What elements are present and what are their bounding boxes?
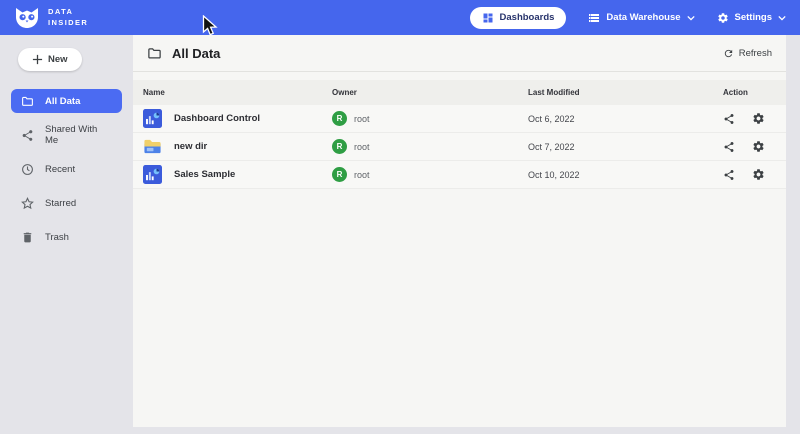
table-row[interactable]: Dashboard Control R root Oct 6, 2022 xyxy=(133,105,786,133)
page-title: All Data xyxy=(172,46,220,61)
new-button-label: New xyxy=(48,54,68,65)
share-icon xyxy=(723,113,735,125)
sidebar-menu: All Data Shared With Me Recent xyxy=(0,85,133,253)
owner-name: root xyxy=(354,142,370,152)
share-icon xyxy=(21,129,34,142)
owner-name: root xyxy=(354,170,370,180)
gear-icon xyxy=(752,168,765,181)
dashboard-icon xyxy=(482,12,494,24)
file-name: new dir xyxy=(174,141,207,152)
sidebar-item-all-data[interactable]: All Data xyxy=(11,89,122,113)
chevron-down-icon xyxy=(778,14,786,22)
sidebar-item-shared-with-me[interactable]: Shared With Me xyxy=(11,123,122,147)
dashboard-file-icon xyxy=(143,165,162,184)
folder-file-icon xyxy=(143,137,162,156)
share-button[interactable] xyxy=(723,141,735,153)
top-nav-links: Dashboards Data Warehouse Settings xyxy=(470,7,786,29)
sidebar-item-label: Trash xyxy=(45,232,69,243)
brand-logo: DATA INSIDER xyxy=(14,7,88,29)
share-icon xyxy=(723,141,735,153)
sidebar-item-label: All Data xyxy=(45,96,80,107)
plus-icon xyxy=(32,54,43,65)
sidebar-item-label: Recent xyxy=(45,164,75,175)
table-header: Name Owner Last Modified Action xyxy=(133,80,786,105)
last-modified-date: Oct 10, 2022 xyxy=(528,170,723,180)
brand-name: DATA INSIDER xyxy=(48,7,88,27)
gear-icon xyxy=(717,12,729,24)
file-name: Dashboard Control xyxy=(174,113,260,124)
app-window: DATA INSIDER Dashboards Data Warehouse xyxy=(0,0,800,434)
refresh-button[interactable]: Refresh xyxy=(723,48,772,59)
table-row[interactable]: new dir R root Oct 7, 2022 xyxy=(133,133,786,161)
sidebar: New All Data Shared With Me xyxy=(0,35,133,434)
clock-icon xyxy=(21,163,34,176)
refresh-icon xyxy=(723,48,734,59)
page-header: All Data Refresh xyxy=(133,35,786,72)
content-panel: All Data Refresh Name Owner Last Modifie… xyxy=(133,35,786,427)
refresh-label: Refresh xyxy=(739,48,772,59)
dashboard-file-icon xyxy=(143,109,162,128)
settings-menu[interactable]: Settings xyxy=(717,12,786,24)
column-header-name: Name xyxy=(143,88,332,97)
column-header-action: Action xyxy=(723,88,786,97)
last-modified-date: Oct 7, 2022 xyxy=(528,142,723,152)
column-header-last-modified: Last Modified xyxy=(528,88,723,97)
chevron-down-icon xyxy=(687,14,695,22)
dashboards-button[interactable]: Dashboards xyxy=(470,7,567,29)
settings-label: Settings xyxy=(735,12,772,23)
file-name: Sales Sample xyxy=(174,169,235,180)
database-icon xyxy=(588,12,600,24)
row-settings-button[interactable] xyxy=(752,140,765,153)
owner-avatar: R xyxy=(332,167,347,182)
sidebar-item-recent[interactable]: Recent xyxy=(11,157,122,181)
sidebar-item-trash[interactable]: Trash xyxy=(11,225,122,249)
new-button[interactable]: New xyxy=(18,48,82,71)
share-icon xyxy=(723,169,735,181)
gear-icon xyxy=(752,112,765,125)
dashboards-label: Dashboards xyxy=(500,12,555,23)
column-header-owner: Owner xyxy=(332,88,528,97)
folder-icon xyxy=(21,95,34,108)
folder-icon xyxy=(147,46,162,61)
last-modified-date: Oct 6, 2022 xyxy=(528,114,723,124)
data-warehouse-menu[interactable]: Data Warehouse xyxy=(588,12,694,24)
share-button[interactable] xyxy=(723,169,735,181)
star-icon xyxy=(21,197,34,210)
sidebar-item-label: Shared With Me xyxy=(45,124,112,146)
trash-icon xyxy=(21,231,34,244)
share-button[interactable] xyxy=(723,113,735,125)
gear-icon xyxy=(752,140,765,153)
data-warehouse-label: Data Warehouse xyxy=(606,12,680,23)
owner-name: root xyxy=(354,114,370,124)
sidebar-item-label: Starred xyxy=(45,198,76,209)
sidebar-item-starred[interactable]: Starred xyxy=(11,191,122,215)
row-settings-button[interactable] xyxy=(752,168,765,181)
owner-avatar: R xyxy=(332,139,347,154)
table-row[interactable]: Sales Sample R root Oct 10, 2022 xyxy=(133,161,786,189)
row-settings-button[interactable] xyxy=(752,112,765,125)
top-navigation-bar: DATA INSIDER Dashboards Data Warehouse xyxy=(0,0,800,35)
owner-avatar: R xyxy=(332,111,347,126)
owl-logo-icon xyxy=(14,7,40,29)
